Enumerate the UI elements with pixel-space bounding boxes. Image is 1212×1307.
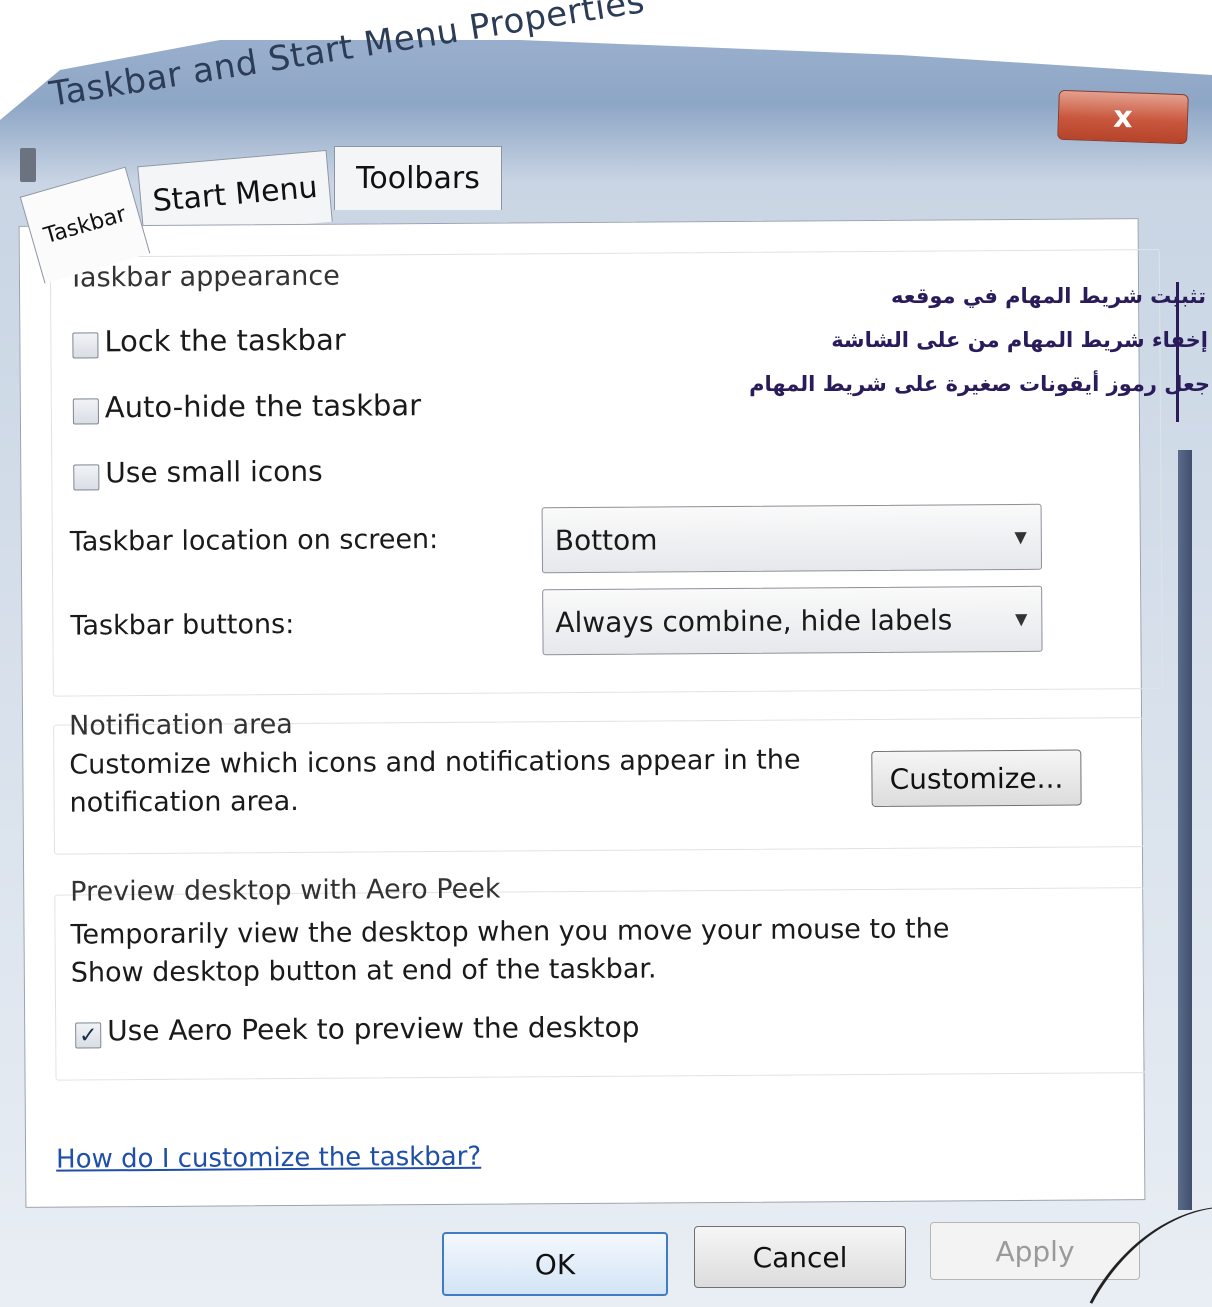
app-icon [20,148,36,182]
lock-taskbar-label: Lock the taskbar [104,322,346,359]
tab-toolbars[interactable]: Toolbars [334,146,502,210]
taskbar-location-label: Taskbar location on screen: [69,524,439,558]
taskbar-buttons-label: Taskbar buttons: [70,609,295,642]
cancel-button[interactable]: Cancel [694,1226,906,1288]
aero-peek-description: Temporarily view the desktop when you mo… [70,913,950,989]
ok-button[interactable]: OK [442,1232,668,1296]
customize-button[interactable]: Customize... [871,749,1082,807]
aero-peek-label: Use Aero Peek to preview the desktop [107,1010,640,1048]
annotation-small-icons: جعل رموز أيقونات صغيرة على شريط المهام [749,372,1210,396]
chevron-down-icon: ▼ [1014,527,1027,547]
taskbar-appearance-heading: Taskbar appearance [67,260,340,294]
notification-area-heading: Notification area [68,709,293,742]
taskbar-location-value: Bottom [554,522,658,557]
small-icons-label: Use small icons [105,454,323,490]
annotation-autohide: إخفاء شريط المهام من على الشاشة [831,328,1208,352]
chevron-down-icon: ▼ [1014,609,1028,629]
background-edge [1178,450,1192,1210]
aero-peek-checkbox[interactable]: ✓ [75,1022,102,1049]
checkmark-icon: ✓ [78,1022,98,1049]
close-icon: x [1112,99,1134,135]
aero-peek-heading: Preview desktop with Aero Peek [70,873,501,908]
title-bar: Taskbar and Start Menu Properties x [0,0,1212,182]
notification-area-description: Customize which icons and notifications … [69,744,801,819]
annotation-bracket [1176,282,1182,422]
autohide-taskbar-checkbox[interactable] [72,398,99,425]
help-link[interactable]: How do I customize the taskbar? [56,1142,481,1175]
window-title: Taskbar and Start Menu Properties [46,0,648,115]
tab-panel-taskbar: Taskbar appearance Lock the taskbar Auto… [18,218,1163,1208]
close-button[interactable]: x [1057,89,1189,145]
taskbar-location-select[interactable]: Bottom ▼ [541,503,1043,574]
annotation-lock: تثبيت شريط المهام في موقعه [891,284,1206,308]
lock-taskbar-checkbox[interactable] [72,332,99,359]
taskbar-buttons-select[interactable]: Always combine, hide labels ▼ [542,585,1043,656]
taskbar-buttons-value: Always combine, hide labels [555,602,953,639]
autohide-taskbar-label: Auto-hide the taskbar [104,388,422,425]
small-icons-checkbox[interactable] [73,464,100,491]
